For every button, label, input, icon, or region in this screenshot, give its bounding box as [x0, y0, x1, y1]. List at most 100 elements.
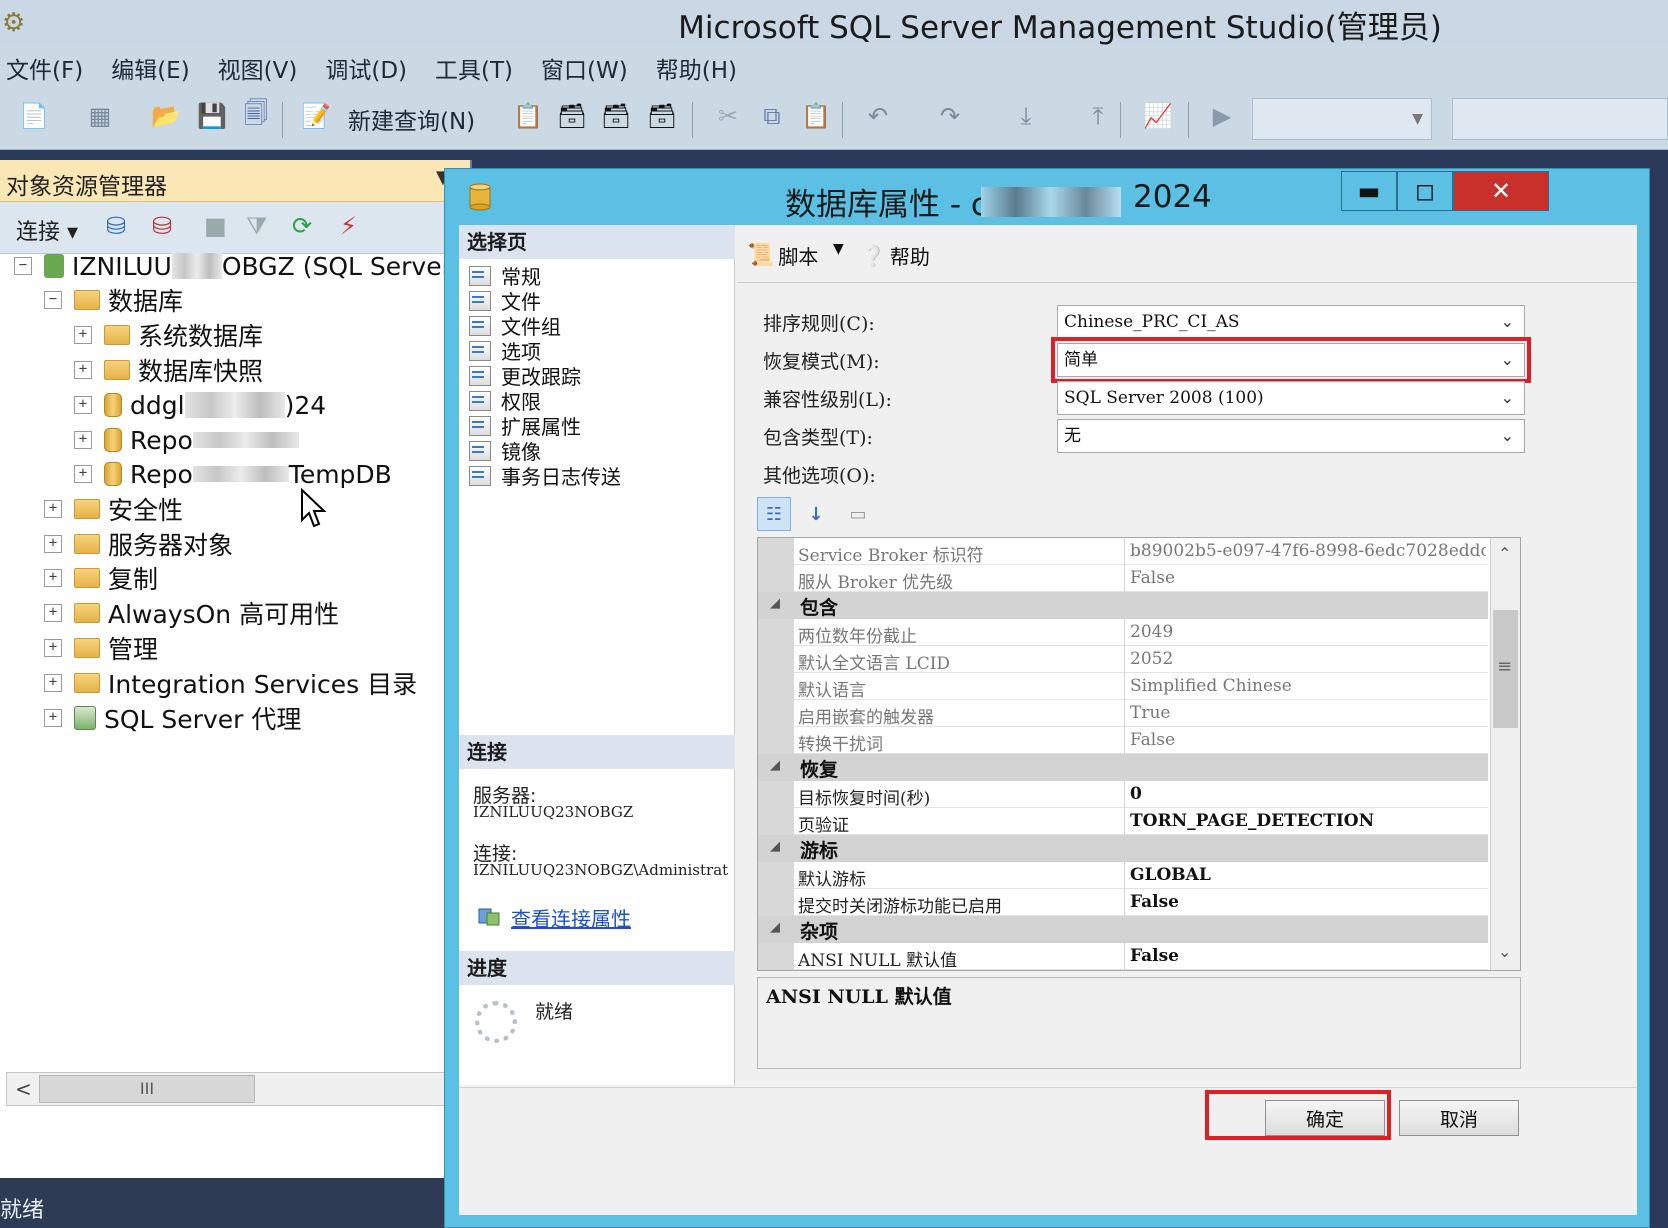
tree-node-integration-services[interactable]: + Integration Services 目录	[44, 665, 417, 701]
copy-icon[interactable]: ⧉	[756, 100, 788, 132]
property-row[interactable]: 转换干扰词 False	[758, 727, 1488, 755]
sort-alphabetical-icon[interactable]: ↓	[799, 497, 833, 531]
mdx-query-icon[interactable]: 🗃	[600, 100, 632, 132]
expand-icon[interactable]: +	[44, 569, 62, 587]
activity-icon[interactable]: ⚡	[340, 212, 357, 240]
menu-edit[interactable]: 编辑(E)	[111, 51, 189, 85]
property-row[interactable]: 服从 Broker 优先级 False	[758, 565, 1488, 593]
expand-icon[interactable]: +	[74, 431, 92, 449]
open-folder-icon[interactable]: 📂	[150, 100, 182, 132]
horizontal-scrollbar[interactable]: < III	[6, 1072, 468, 1106]
menu-file[interactable]: 文件(F)	[6, 51, 83, 85]
tree-node-db-repo-tempdb[interactable]: + Repo TempDB	[74, 456, 392, 492]
connect-button[interactable]: 连接 ▾	[16, 214, 78, 246]
property-category[interactable]: ◢ 杂项	[758, 916, 1488, 943]
find-box[interactable]	[1452, 98, 1668, 140]
property-row[interactable]: 默认全文语言 LCID 2052	[758, 646, 1488, 674]
script-button[interactable]: 📜 脚本	[747, 241, 818, 270]
expand-icon[interactable]: +	[74, 326, 92, 344]
expand-icon[interactable]: +	[44, 709, 62, 727]
vertical-scrollbar[interactable]: ⌃ ≡ ⌄	[1490, 538, 1520, 970]
expand-icon[interactable]: +	[74, 396, 92, 414]
page-permissions[interactable]: 权限	[469, 388, 541, 414]
property-row[interactable]: 默认游标 GLOBAL	[758, 862, 1488, 890]
activity-monitor-icon[interactable]: 📈	[1142, 100, 1174, 132]
menu-view[interactable]: 视图(V)	[218, 51, 298, 85]
tree-node-alwayson[interactable]: + AlwaysOn 高可用性	[44, 595, 339, 631]
containment-type-dropdown[interactable]: 无 ⌄	[1057, 419, 1525, 453]
compatibility-level-dropdown[interactable]: SQL Server 2008 (100) ⌄	[1057, 381, 1525, 415]
scrollbar-thumb[interactable]: III	[39, 1075, 255, 1103]
menu-help[interactable]: 帮助(H)	[656, 51, 737, 85]
page-options[interactable]: 选项	[469, 338, 541, 364]
collation-dropdown[interactable]: Chinese_PRC_CI_AS ⌄	[1057, 305, 1525, 339]
solution-config-dropdown[interactable]: ▼	[1252, 98, 1432, 140]
expand-icon[interactable]: +	[74, 465, 92, 483]
property-category[interactable]: ◢ 包含	[758, 592, 1488, 619]
property-category[interactable]: ◢ 恢复	[758, 754, 1488, 781]
page-files[interactable]: 文件	[469, 288, 541, 314]
property-row[interactable]: 启用嵌套的触发器 True	[758, 700, 1488, 728]
tree-node-server[interactable]: − IZNILUU OBGZ (SQL Server	[14, 248, 452, 284]
property-row[interactable]: 页验证 TORN_PAGE_DETECTION	[758, 808, 1488, 836]
expand-icon[interactable]: +	[44, 674, 62, 692]
expand-icon[interactable]: +	[44, 500, 62, 518]
new-query-icon[interactable]: 📝	[300, 100, 332, 132]
collapse-icon[interactable]: −	[44, 291, 62, 309]
page-mirroring[interactable]: 镜像	[469, 438, 541, 464]
page-extended-properties[interactable]: 扩展属性	[469, 413, 581, 439]
categorized-icon[interactable]: ☷	[757, 497, 791, 531]
collapse-triangle-icon[interactable]: ◢	[770, 920, 780, 935]
minimize-button[interactable]: ▬	[1341, 171, 1397, 211]
tree-node-management[interactable]: + 管理	[44, 630, 158, 666]
cut-icon[interactable]: ✂	[712, 100, 744, 132]
paste-icon[interactable]: 📋	[800, 100, 832, 132]
page-filegroups[interactable]: 文件组	[469, 313, 561, 339]
menu-debug[interactable]: 调试(D)	[325, 51, 407, 85]
view-connection-properties-link[interactable]: 查看连接属性	[511, 903, 631, 932]
expand-icon[interactable]: +	[44, 604, 62, 622]
add-item-icon[interactable]: ▦	[84, 100, 116, 132]
property-row[interactable]: 默认语言 Simplified Chinese	[758, 673, 1488, 701]
database-engine-query-icon[interactable]: 📋	[512, 100, 544, 132]
collapse-icon[interactable]: −	[14, 257, 32, 275]
menu-tools[interactable]: 工具(T)	[435, 51, 513, 85]
stop-icon[interactable]: ■	[204, 212, 227, 240]
connect-object-explorer-icon[interactable]: ⛁	[106, 212, 126, 240]
maximize-button[interactable]: ◻	[1397, 171, 1453, 211]
property-row[interactable]: Service Broker 标识符 b89002b5-e097-47f6-899…	[758, 538, 1488, 566]
cancel-button[interactable]: 取消	[1399, 1100, 1519, 1136]
tree-node-databases[interactable]: − 数据库	[44, 282, 183, 318]
expand-icon[interactable]: +	[44, 535, 62, 553]
expand-icon[interactable]: +	[44, 639, 62, 657]
page-general[interactable]: 常规	[469, 263, 541, 289]
help-button[interactable]: ❔ 帮助	[861, 241, 930, 270]
property-category[interactable]: ◢ 游标	[758, 835, 1488, 862]
page-change-tracking[interactable]: 更改跟踪	[469, 363, 581, 389]
refresh-icon[interactable]: ⟳	[292, 212, 312, 240]
save-icon[interactable]: 💾	[196, 100, 228, 132]
filter-icon[interactable]: ⧩	[246, 212, 267, 240]
property-row[interactable]: 提交时关闭游标功能已启用 False	[758, 889, 1488, 917]
tree-node-system-databases[interactable]: + 系统数据库	[74, 317, 263, 353]
collapse-triangle-icon[interactable]: ◢	[770, 839, 780, 854]
tree-node-db-repo[interactable]: + Repo	[74, 422, 299, 458]
page-log-shipping[interactable]: 事务日志传送	[469, 463, 621, 489]
collapse-triangle-icon[interactable]: ◢	[770, 758, 780, 773]
close-button[interactable]: ✕	[1453, 171, 1549, 211]
analysis-query-icon[interactable]: 🗃	[556, 100, 588, 132]
property-row[interactable]: 两位数年份截止 2049	[758, 619, 1488, 647]
recovery-model-dropdown[interactable]: 简单 ⌄	[1051, 337, 1531, 383]
save-all-icon[interactable]: 🗐	[240, 99, 272, 132]
scroll-up-icon[interactable]: ⌃	[1498, 544, 1511, 563]
property-row[interactable]: 目标恢复时间(秒) 0	[758, 781, 1488, 809]
tree-node-snapshots[interactable]: + 数据库快照	[74, 352, 263, 388]
ok-button[interactable]: 确定	[1265, 1100, 1385, 1136]
expand-icon[interactable]: +	[74, 361, 92, 379]
new-project-icon[interactable]: 📄	[18, 100, 50, 132]
xmla-query-icon[interactable]: 🗃	[646, 100, 678, 132]
disconnect-icon[interactable]: ⛁	[152, 212, 172, 240]
tree-node-db-ddgl[interactable]: + ddgl )24	[74, 387, 326, 423]
undo-icon[interactable]: ↶	[862, 100, 894, 132]
redo-icon[interactable]: ↷	[934, 100, 966, 132]
